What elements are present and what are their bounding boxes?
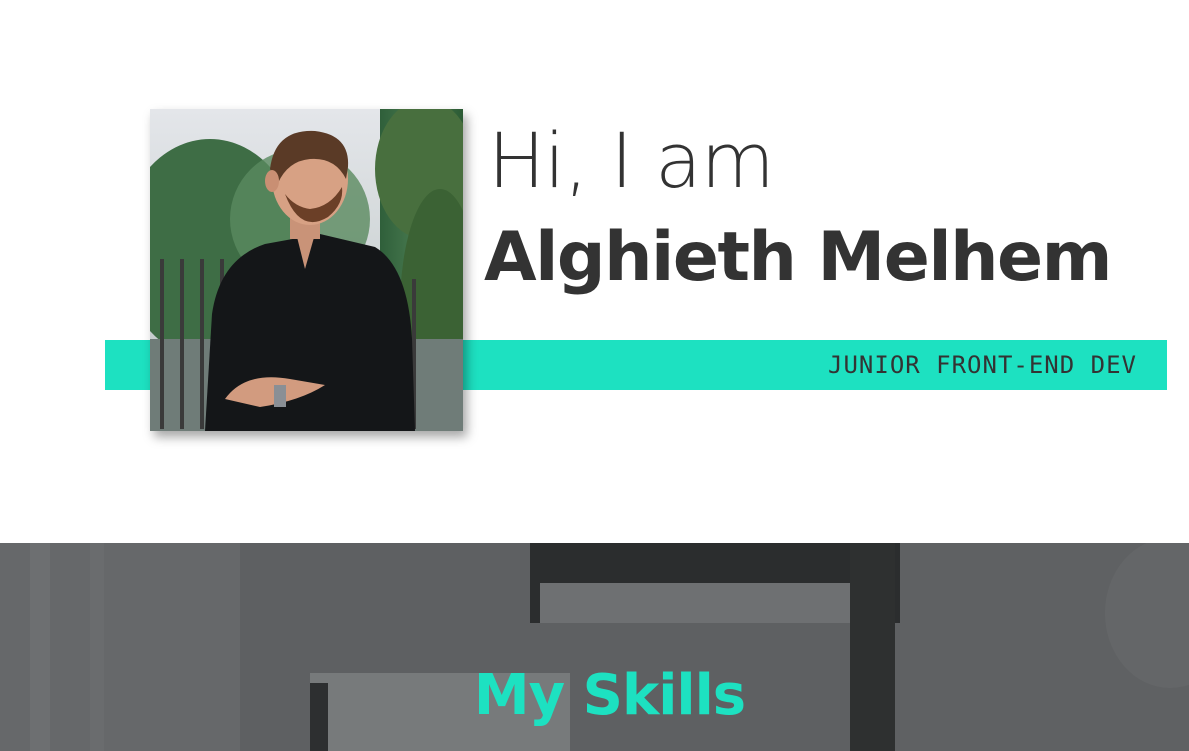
profile-photo: [150, 109, 463, 431]
page-title: Alghieth Melhem: [484, 218, 1113, 297]
hero-section: JUNIOR FRONT-END DEV Hi, I am Alghieth M…: [0, 0, 1189, 543]
role-title: JUNIOR FRONT-END DEV: [828, 351, 1137, 379]
skills-section: My Skills: [0, 543, 1189, 751]
skills-heading: My Skills: [473, 663, 746, 728]
greeting-text: Hi, I am: [488, 116, 775, 205]
